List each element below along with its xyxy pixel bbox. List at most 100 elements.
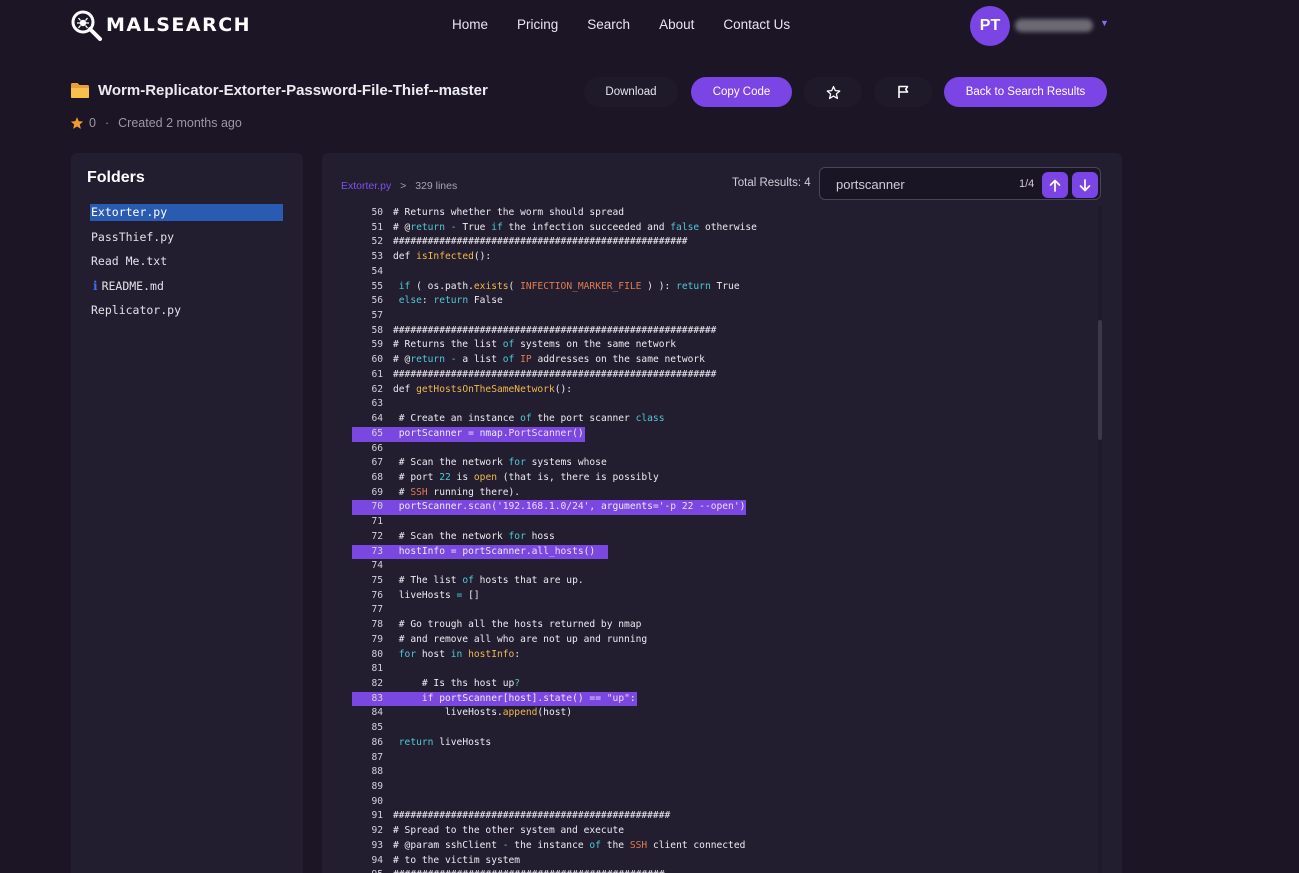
copy-code-button[interactable]: Copy Code <box>691 77 792 107</box>
created-date: Created 2 months ago <box>118 116 242 130</box>
line-number: 65 <box>371 427 383 439</box>
code-token: 22 <box>439 471 451 483</box>
chevron-down-icon[interactable]: ▼ <box>1100 18 1109 28</box>
code-token: portScanner <box>393 427 469 439</box>
code-token: hostInfo <box>393 545 451 557</box>
file-item[interactable]: Read Me.txt <box>90 253 283 270</box>
file-item[interactable]: Extorter.py <box>90 204 283 221</box>
code-scrollbar-track[interactable] <box>1098 206 1102 873</box>
arrow-down-icon <box>1079 178 1091 191</box>
code-token: : <box>629 692 636 704</box>
code-token: True <box>710 280 740 292</box>
code-token: # @param sshClient <box>393 839 503 851</box>
code-line: 68 # port 22 is open (that is, there is … <box>352 471 1098 486</box>
file-name: Replicator.py <box>91 303 182 317</box>
nav-search[interactable]: Search <box>587 17 630 32</box>
line-number: 54 <box>371 265 383 277</box>
line-number: 90 <box>371 795 383 807</box>
code-token: return <box>410 221 445 233</box>
favorite-button[interactable] <box>804 77 862 107</box>
code-token: # @ <box>393 221 411 233</box>
avatar[interactable]: PT <box>970 6 1010 46</box>
code-line: 67 # Scan the network for systems whose <box>352 456 1098 471</box>
back-to-results-button[interactable]: Back to Search Results <box>944 77 1107 107</box>
code-token: [] <box>462 589 480 601</box>
meta-separator: · <box>104 116 110 130</box>
file-name: Read Me.txt <box>91 254 168 268</box>
report-button[interactable] <box>874 77 932 107</box>
code-token: portScanner. <box>456 545 532 557</box>
code-token: systems whose <box>525 457 607 469</box>
code-token: a list <box>456 354 503 366</box>
arrow-up-icon <box>1049 179 1061 192</box>
code-line: 57 <box>352 309 1098 324</box>
code-token: IP <box>520 354 532 366</box>
nav-pricing[interactable]: Pricing <box>517 17 558 32</box>
file-item[interactable]: i README.md <box>90 278 283 295</box>
code-token: () <box>583 545 607 557</box>
line-number: 76 <box>371 589 383 601</box>
code-token: return <box>410 354 445 366</box>
code-line: 75 # The list of hosts that are up. <box>352 574 1098 589</box>
code-token: () <box>572 427 584 439</box>
logo-text: MALSEARCH <box>106 14 252 36</box>
code-token: if <box>398 280 411 292</box>
line-number: 55 <box>371 280 383 292</box>
code-token: otherwise <box>699 221 757 233</box>
code-line: 92 # Spread to the other system and execu… <box>352 824 1098 839</box>
code-line: 53 def isInfected(): <box>352 250 1098 265</box>
line-number: 84 <box>371 707 383 719</box>
code-token: # port <box>393 471 440 483</box>
breadcrumb: Extorter.py > 329 lines <box>341 180 457 192</box>
next-result-button[interactable] <box>1072 172 1098 198</box>
code-line: 71 <box>352 515 1098 530</box>
code-line: 74 <box>352 559 1098 574</box>
code-token: if <box>421 692 434 704</box>
folders-sidebar: Folders Extorter.py PassThief.py Read Me.t… <box>71 153 303 873</box>
code-line: 84 liveHosts.append(host) <box>352 706 1098 721</box>
code-search-input[interactable] <box>836 177 1006 192</box>
code-token: addresses on the same network <box>531 354 705 366</box>
code-token: isInfected <box>416 251 474 263</box>
code-token: the infection succeeded and <box>502 221 671 233</box>
star-outline-icon <box>826 85 840 99</box>
file-item[interactable]: Replicator.py <box>90 302 283 319</box>
nav-about[interactable]: About <box>659 17 694 32</box>
code-line: 80 for host in hostInfo: <box>352 648 1098 663</box>
nav-home[interactable]: Home <box>452 17 488 32</box>
line-number: 69 <box>371 486 383 498</box>
code-line: 82 # Is ths host up? <box>352 677 1098 692</box>
code-token: else <box>398 295 422 307</box>
breadcrumb-file[interactable]: Extorter.py <box>341 180 391 192</box>
code-block: 50 # Returns whether the worm should spre… <box>352 206 1098 873</box>
line-count: 329 lines <box>415 180 458 192</box>
code-token: ########################################… <box>393 368 717 380</box>
code-line: 50 # Returns whether the worm should spre… <box>352 206 1098 221</box>
logo[interactable]: MALSEARCH <box>70 9 251 41</box>
code-token: for <box>508 530 526 542</box>
code-token: # Scan the network <box>393 457 509 469</box>
code-token: the port scanner <box>531 413 636 425</box>
code-line-match: 65 portScanner = nmap.PortScanner() <box>352 426 585 442</box>
line-number: 85 <box>371 722 383 734</box>
download-button[interactable]: Download <box>584 77 678 107</box>
code-search-box: 1/4 <box>819 167 1101 200</box>
code-line: 94 # to the victim system <box>352 854 1098 869</box>
line-number: 73 <box>371 545 383 557</box>
code-token: class <box>635 413 665 425</box>
code-token: for <box>398 648 417 660</box>
line-number: 71 <box>371 516 383 528</box>
code-scrollbar-thumb[interactable] <box>1098 320 1102 440</box>
line-number: 70 <box>371 501 383 513</box>
nav-contact[interactable]: Contact Us <box>723 17 790 32</box>
code-token: INFECTION_MARKER_FILE <box>520 280 642 292</box>
code-token: '192.168.1.0/24' <box>496 501 590 513</box>
previous-result-button[interactable] <box>1042 172 1068 198</box>
code-token: systems on the same network <box>514 339 677 351</box>
line-number: 81 <box>371 663 383 675</box>
line-number: 56 <box>371 295 383 307</box>
file-item[interactable]: PassThief.py <box>90 229 283 246</box>
code-token: ) ): <box>641 280 677 292</box>
line-number: 68 <box>371 471 383 483</box>
